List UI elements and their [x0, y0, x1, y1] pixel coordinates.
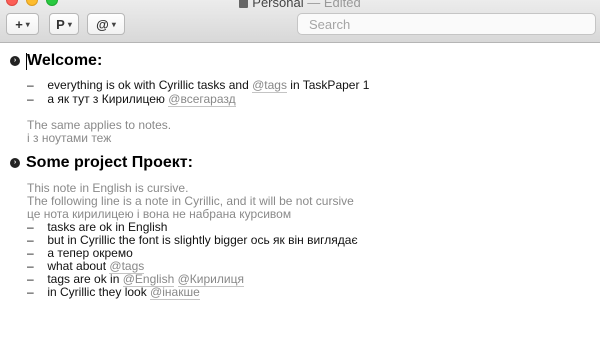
tag-link[interactable]: @tags	[252, 78, 287, 93]
add-item-button[interactable]: + ▾	[6, 13, 39, 35]
task-item[interactable]: а як тут з Кирилицею @всегаразд	[27, 92, 236, 107]
project-some-project[interactable]: › Some project Проект:	[10, 153, 193, 173]
projects-menu-button[interactable]: P ▾	[49, 13, 79, 35]
project-welcome[interactable]: › Welcome:	[10, 51, 102, 71]
task-item[interactable]: everything is ok with Cyrillic tasks and…	[27, 78, 369, 93]
project-handle-icon[interactable]: ›	[10, 158, 20, 168]
task-item[interactable]: in Cyrillic they look @інакше	[27, 285, 200, 300]
tags-menu-button[interactable]: @ ▾	[87, 13, 125, 35]
project-handle-icon[interactable]: ›	[10, 56, 20, 66]
edited-status: Edited	[323, 0, 361, 10]
project-title: Welcome:	[27, 52, 103, 69]
projects-menu-label: P	[56, 16, 65, 32]
window-title: Personal — Edited	[0, 0, 600, 10]
note-item[interactable]: і з ноутами теж	[27, 132, 111, 145]
chevron-down-icon: ▾	[25, 19, 30, 29]
tag-link[interactable]: @всегаразд	[168, 92, 236, 107]
window-title-text: Personal	[252, 0, 304, 10]
window-title-separator: —	[303, 0, 324, 10]
tag-link[interactable]: @інакше	[150, 285, 200, 300]
chevron-down-icon: ▾	[111, 19, 116, 29]
window-titlebar: Personal — Edited + ▾ P ▾ @ ▾	[0, 0, 600, 43]
add-item-label: +	[15, 16, 23, 32]
tags-menu-label: @	[96, 16, 109, 32]
chevron-down-icon: ▾	[67, 19, 72, 29]
document-editor[interactable]: › Welcome: everything is ok with Cyrilli…	[0, 44, 600, 361]
project-title: Some project Проект:	[26, 154, 193, 171]
search-input[interactable]	[297, 13, 596, 35]
document-icon	[239, 0, 249, 8]
